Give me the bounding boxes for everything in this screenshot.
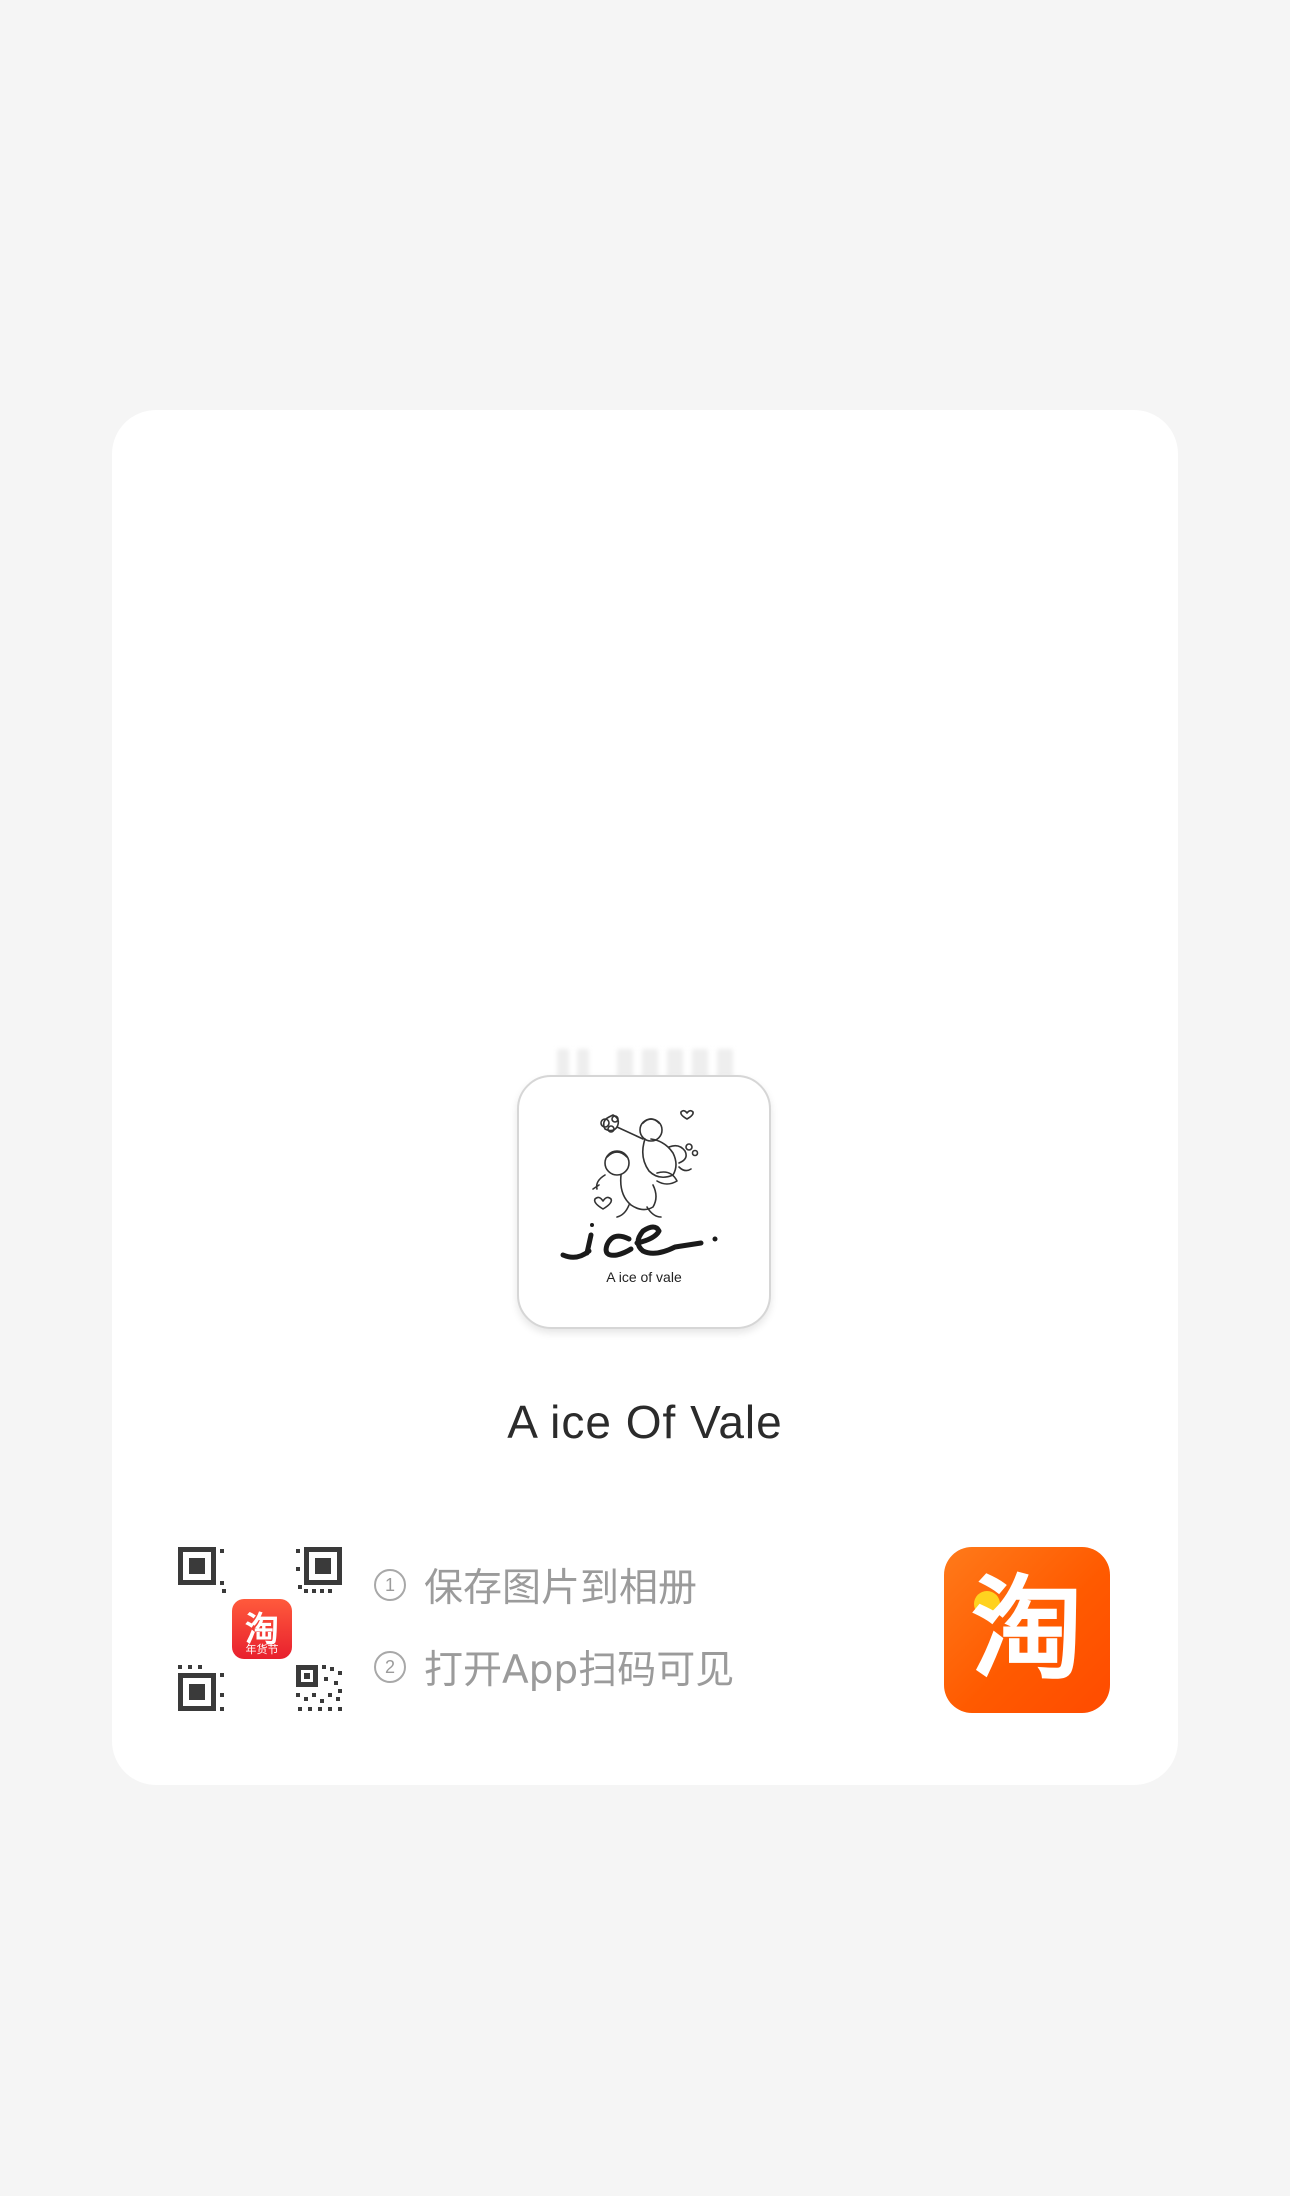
step-number: 1 bbox=[374, 1569, 406, 1601]
blurred-tab bbox=[667, 1049, 683, 1077]
shop-logo[interactable]: A ice of vale bbox=[517, 1075, 771, 1329]
step-open-app: 2 打开App扫码可见 bbox=[374, 1642, 735, 1693]
logo-subtitle: A ice of vale bbox=[606, 1269, 682, 1285]
taobao-festival-badge: 淘 年货节 bbox=[232, 1599, 292, 1659]
blurred-tab bbox=[557, 1049, 569, 1077]
shop-logo-container: A ice of vale bbox=[517, 1049, 771, 1329]
share-card: A ice of vale A ice Of Vale 淘 年货节 1 保存图片… bbox=[112, 410, 1178, 1785]
badge-text: 年货节 bbox=[245, 1643, 279, 1656]
blurred-tab bbox=[717, 1049, 733, 1077]
qr-code[interactable]: 淘 年货节 bbox=[178, 1547, 344, 1713]
blurred-tab bbox=[692, 1049, 708, 1077]
blurred-tab bbox=[617, 1049, 633, 1077]
blurred-tab bbox=[642, 1049, 658, 1077]
step-number: 2 bbox=[374, 1651, 406, 1683]
blurred-tab bbox=[577, 1049, 589, 1077]
shop-name: A ice Of Vale bbox=[507, 1396, 783, 1448]
taobao-app-icon[interactable]: 淘 bbox=[944, 1547, 1110, 1713]
step-text: 打开App扫码可见 bbox=[424, 1648, 735, 1693]
scan-instructions: 1 保存图片到相册 2 打开App扫码可见 bbox=[374, 1560, 734, 1724]
step-text: 保存图片到相册 bbox=[424, 1566, 698, 1611]
app-icon-char: 淘 bbox=[971, 1565, 1083, 1695]
step-save-image: 1 保存图片到相册 bbox=[374, 1560, 734, 1611]
angel-illustration-logo bbox=[560, 1109, 718, 1260]
